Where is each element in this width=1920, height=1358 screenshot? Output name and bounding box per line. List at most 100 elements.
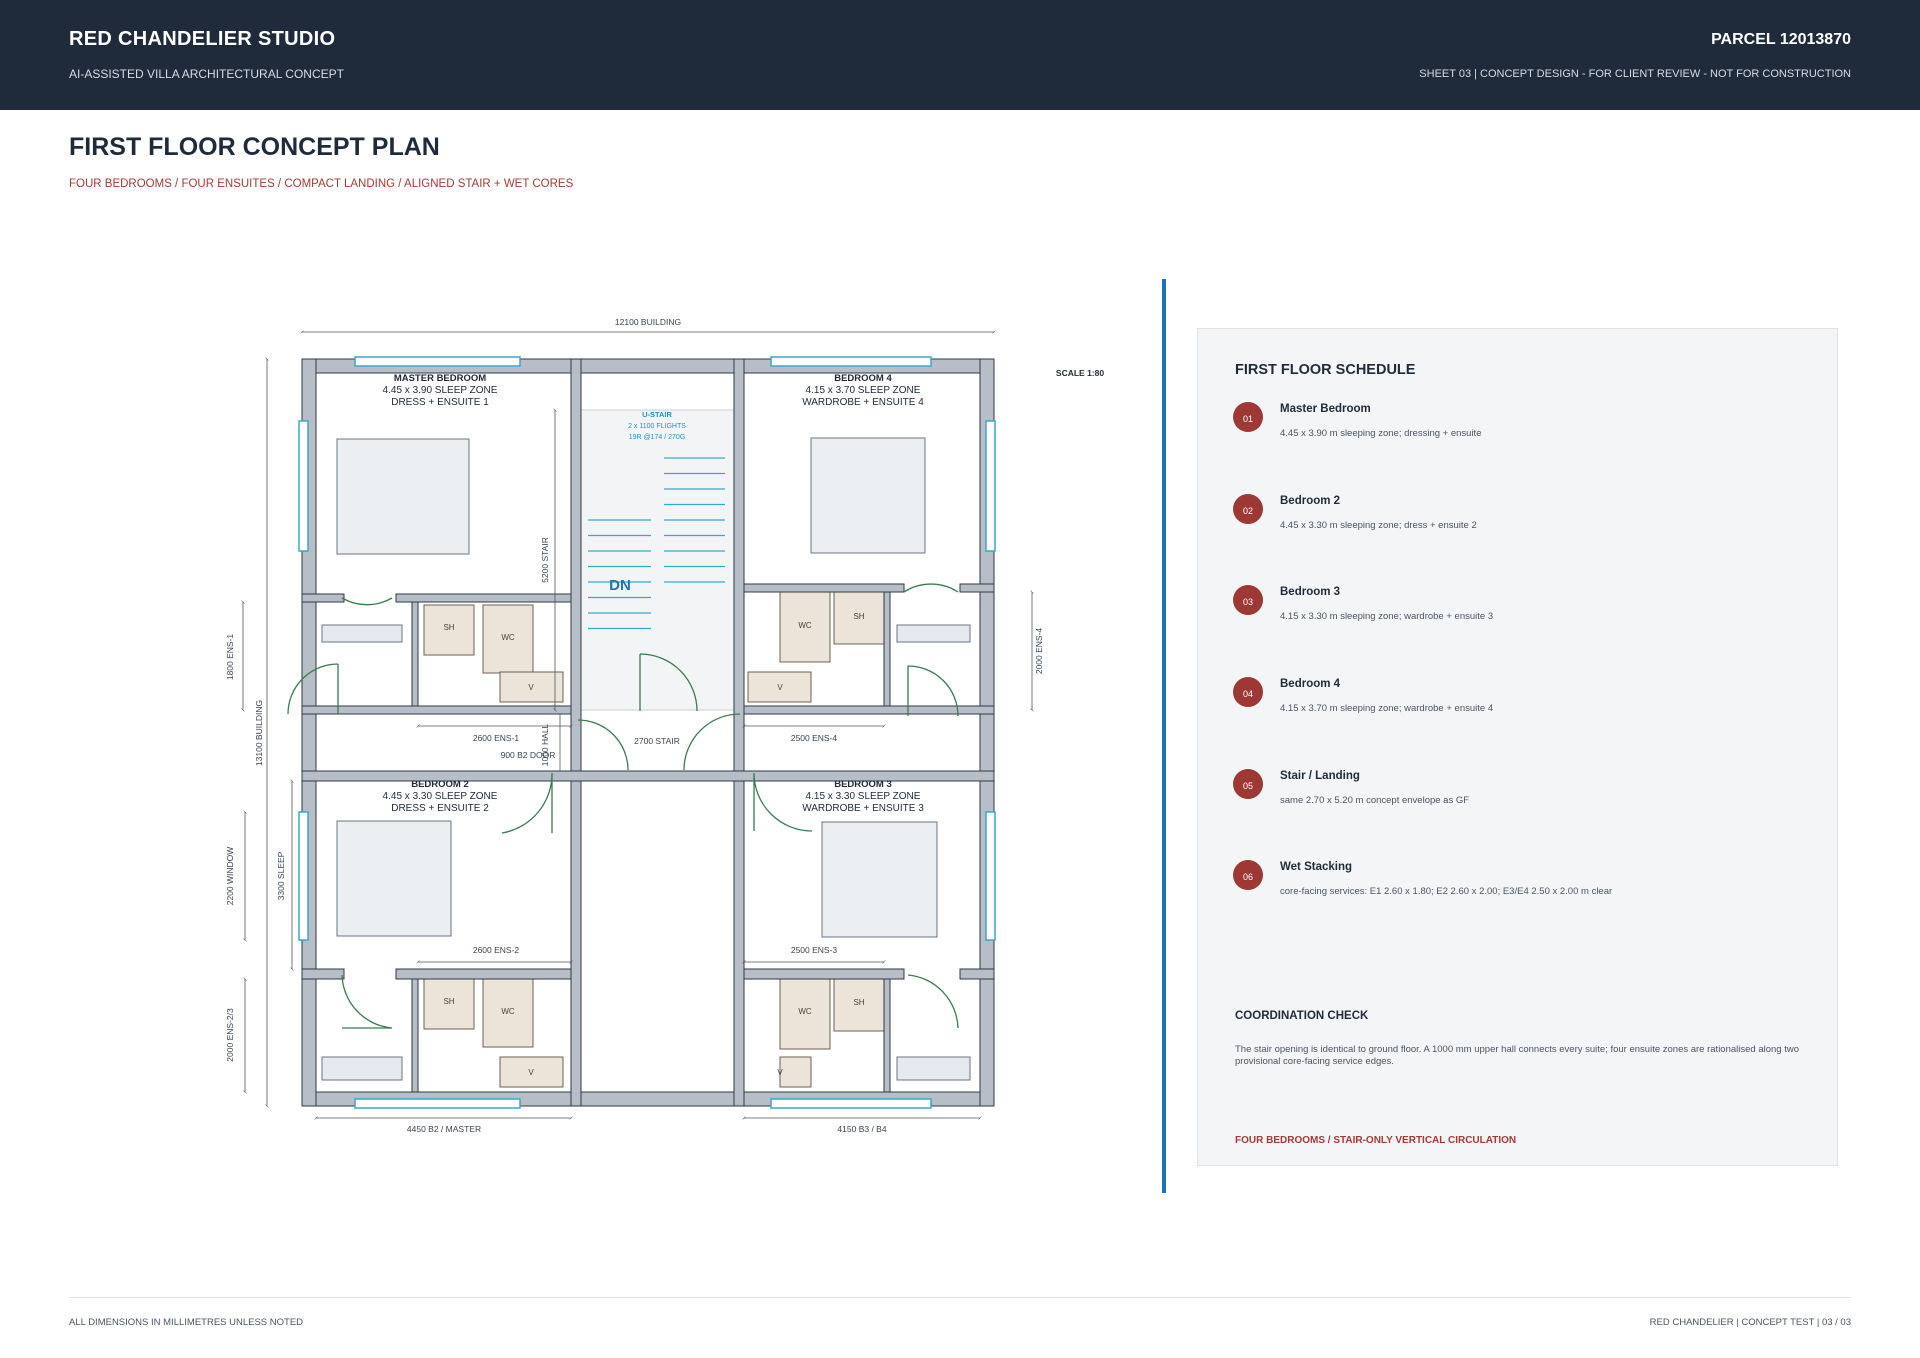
svg-text:1000 HALL: 1000 HALL: [540, 723, 550, 766]
vertical-divider: [1162, 279, 1166, 1193]
svg-text:2600 ENS-1: 2600 ENS-1: [473, 733, 520, 743]
stair-flights: 2 x 1100 FLIGHTS: [628, 423, 686, 430]
window-bed3-bottom: [770, 1098, 932, 1109]
svg-text:2500 ENS-4: 2500 ENS-4: [791, 733, 838, 743]
footer-rule: [69, 1297, 1851, 1298]
stair-dn: DN: [609, 577, 631, 594]
footer-sheet-ref: RED CHANDELIER | CONCEPT TEST | 03 / 03: [1649, 1317, 1851, 1328]
room-bed4-name: BEDROOM 4: [834, 373, 892, 384]
wardrobe-ens4: [896, 624, 971, 643]
svg-text:V: V: [777, 683, 783, 692]
room-master-name: MASTER BEDROOM: [394, 373, 486, 384]
svg-text:V: V: [528, 683, 534, 692]
svg-text:2500 ENS-3: 2500 ENS-3: [791, 945, 838, 955]
bed-3: [821, 821, 938, 938]
room-bed3-name: BEDROOM 3: [834, 779, 892, 790]
door-b3: [753, 772, 813, 832]
wall-ens4-top-a: [743, 583, 905, 593]
svg-text:V: V: [528, 1068, 534, 1077]
svg-text:5200 STAIR: 5200 STAIR: [540, 537, 550, 583]
room-master-extra: DRESS + ENSUITE 1: [391, 397, 489, 408]
room-bed4-extra: WARDROBE + ENSUITE 4: [802, 397, 924, 408]
schedule-item: 04 Bedroom 4 4.15 x 3.70 m sleeping zone…: [1198, 677, 1839, 737]
svg-text:12100 BUILDING: 12100 BUILDING: [615, 317, 681, 327]
wall-ens3-top-a: [743, 968, 905, 980]
wall-ens4-top-b: [959, 583, 995, 593]
svg-text:4150 B3 / B4: 4150 B3 / B4: [837, 1124, 886, 1134]
schedule-panel: FIRST FLOOR SCHEDULE 01 Master Bedroom 4…: [1197, 328, 1838, 1166]
room-bed2-extra: DRESS + ENSUITE 2: [391, 803, 489, 814]
wall-ens2-top-b: [395, 968, 572, 980]
bed-2: [336, 820, 452, 937]
schedule-item-desc: 4.15 x 3.70 m sleeping zone; wardrobe + …: [1280, 703, 1494, 714]
schedule-item-desc: 4.45 x 3.90 m sleeping zone; dressing + …: [1280, 428, 1482, 439]
schedule-number-badge: 05: [1233, 769, 1263, 799]
scale-label: SCALE 1:80: [1056, 368, 1104, 378]
wall-core-left: [570, 358, 582, 1107]
wall-hall-top-l: [301, 705, 572, 715]
svg-text:SH: SH: [853, 612, 864, 621]
wall-ens2-top-a: [301, 968, 345, 980]
schedule-item-name: Bedroom 2: [1280, 495, 1341, 507]
svg-text:SH: SH: [443, 623, 454, 632]
window-bed2-left: [298, 811, 309, 941]
svg-text:SH: SH: [853, 998, 864, 1007]
schedule-item-name: Master Bedroom: [1280, 403, 1371, 415]
schedule-item: 01 Master Bedroom 4.45 x 3.90 m sleeping…: [1198, 402, 1839, 462]
door-ens4-entry: [903, 583, 959, 593]
window-master-left: [298, 420, 309, 552]
window-master-top: [354, 356, 521, 367]
svg-text:4450 B2 / MASTER: 4450 B2 / MASTER: [407, 1124, 481, 1134]
room-bed3-extra: WARDROBE + ENSUITE 3: [802, 803, 924, 814]
svg-text:3300 SLEEP: 3300 SLEEP: [276, 851, 286, 900]
schedule-item-desc: same 2.70 x 5.20 m concept envelope as G…: [1280, 795, 1470, 806]
stair-risers: 19R @174 / 270G: [629, 434, 686, 441]
coordination-title: COORDINATION CHECK: [1235, 1010, 1369, 1022]
room-bed4-size: 4.15 x 3.70 SLEEP ZONE: [806, 385, 921, 396]
schedule-number-badge: 01: [1233, 402, 1263, 432]
coordination-body: The stair opening is identical to ground…: [1235, 1044, 1800, 1067]
wall-ens2-part: [411, 978, 419, 1093]
svg-text:2000 ENS-4: 2000 ENS-4: [1034, 628, 1044, 675]
room-master-size: 4.45 x 3.90 SLEEP ZONE: [383, 385, 498, 396]
schedule-item-desc: 4.45 x 3.30 m sleeping zone; dress + ens…: [1280, 520, 1477, 531]
schedule-number-badge: 03: [1233, 585, 1263, 615]
bed-master: [336, 438, 470, 555]
stair-well: [579, 409, 735, 711]
svg-text:WC: WC: [798, 621, 812, 630]
wardrobe-ens1: [321, 624, 403, 643]
bed-4: [810, 437, 926, 554]
wall-hall-top-r: [743, 705, 995, 715]
coordination-footnote: FOUR BEDROOMS / STAIR-ONLY VERTICAL CIRC…: [1235, 1135, 1517, 1146]
fixture-v-ens3: [779, 1056, 812, 1088]
door-ens2: [341, 974, 393, 1029]
schedule-item: 02 Bedroom 2 4.45 x 3.30 m sleeping zone…: [1198, 494, 1839, 554]
room-bed2-size: 4.45 x 3.30 SLEEP ZONE: [383, 791, 498, 802]
schedule-item: 05 Stair / Landing same 2.70 x 5.20 m co…: [1198, 769, 1839, 829]
wall-ens1-top-b: [395, 593, 572, 603]
svg-text:SH: SH: [443, 997, 454, 1006]
svg-text:1800 ENS-1: 1800 ENS-1: [225, 634, 235, 681]
schedule-item-desc: core-facing services: E1 2.60 x 1.80; E2…: [1280, 886, 1613, 897]
wall-ens1-part: [411, 601, 419, 707]
schedule-title: FIRST FLOOR SCHEDULE: [1235, 362, 1416, 378]
svg-text:2600 ENS-2: 2600 ENS-2: [473, 945, 520, 955]
window-bed3-right: [985, 811, 996, 941]
schedule-number-badge: 02: [1233, 494, 1263, 524]
svg-text:2700 STAIR: 2700 STAIR: [634, 736, 680, 746]
footer-note: ALL DIMENSIONS IN MILLIMETRES UNLESS NOT…: [69, 1317, 304, 1328]
schedule-item-name: Bedroom 4: [1280, 678, 1341, 690]
svg-text:V: V: [777, 1068, 783, 1077]
wall-ens4-part: [883, 591, 891, 707]
wall-ens3-part: [883, 978, 891, 1093]
wall-core-right: [733, 358, 745, 1107]
schedule-item: 06 Wet Stacking core-facing services: E1…: [1198, 860, 1839, 920]
schedule-item-name: Bedroom 3: [1280, 586, 1341, 598]
schedule-number-badge: 06: [1233, 860, 1263, 890]
schedule-item-name: Wet Stacking: [1280, 861, 1352, 873]
door-b2: [501, 772, 553, 834]
svg-text:2200 WINDOW: 2200 WINDOW: [225, 847, 235, 906]
wardrobe-ens2: [321, 1056, 403, 1081]
wall-ens1-top-a: [301, 593, 345, 603]
svg-text:13100 BUILDING: 13100 BUILDING: [254, 700, 264, 766]
